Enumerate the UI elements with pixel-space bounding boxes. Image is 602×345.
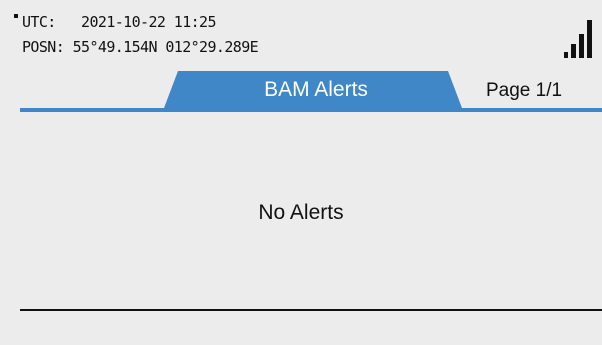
tab-bam-alerts[interactable]: BAM Alerts <box>164 71 462 108</box>
utc-label: UTC: <box>22 13 56 31</box>
position-readout: POSN: 55°49.154N 012°29.289E <box>22 38 259 56</box>
signal-bar-2 <box>571 44 576 58</box>
bam-alerts-screen: UTC: 2021-10-22 11:25 POSN: 55°49.154N 0… <box>0 0 602 345</box>
utc-readout: UTC: 2021-10-22 11:25 <box>22 13 217 31</box>
signal-bar-3 <box>579 34 584 58</box>
signal-strength-icon <box>564 20 592 58</box>
tab-bam-alerts-label: BAM Alerts <box>264 77 368 101</box>
utc-value: 2021-10-22 11:25 <box>81 13 217 31</box>
signal-bar-1 <box>564 52 568 58</box>
no-alerts-message: No Alerts <box>258 201 344 224</box>
header-divider <box>20 108 602 112</box>
corner-marker <box>14 14 18 18</box>
footer-divider <box>20 309 602 311</box>
page-indicator: Page 1/1 <box>486 80 563 101</box>
posn-label: POSN: <box>22 38 65 56</box>
signal-bar-4 <box>587 20 592 58</box>
posn-value: 55°49.154N 012°29.289E <box>72 38 259 56</box>
